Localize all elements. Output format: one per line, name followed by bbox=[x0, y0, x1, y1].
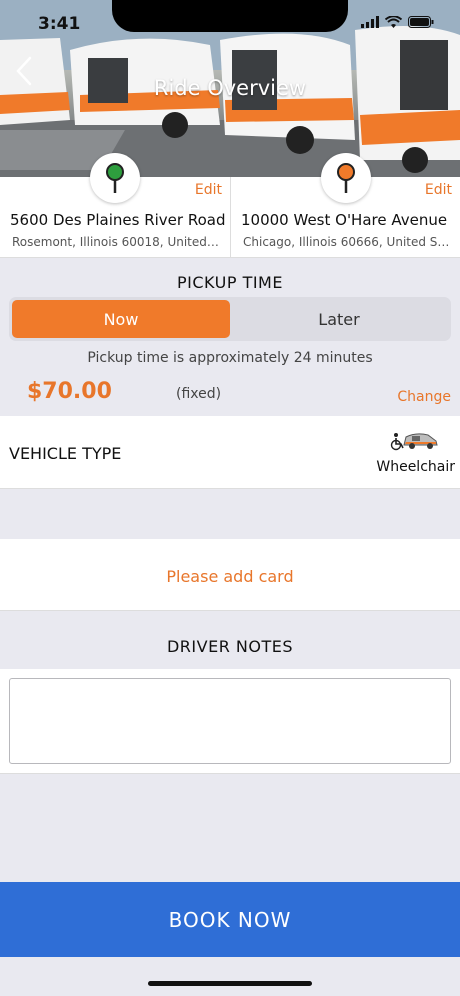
page-title: Ride Overview bbox=[153, 76, 307, 100]
device-notch bbox=[112, 0, 348, 32]
wifi-icon bbox=[385, 16, 402, 28]
driver-notes-title: DRIVER NOTES bbox=[166, 637, 293, 656]
dropoff-location[interactable]: Edit 10000 West O'Hare Avenue Chicago, I… bbox=[230, 153, 460, 258]
status-bar: 3:41 bbox=[0, 0, 460, 46]
book-now-label: BOOK NOW bbox=[168, 907, 292, 932]
dropoff-address: Chicago, Illinois 60666, United States bbox=[243, 235, 453, 249]
segment-later[interactable]: Later bbox=[230, 300, 448, 338]
wheelchair-van-icon bbox=[390, 433, 438, 451]
fare-price: $70.00 bbox=[27, 379, 112, 404]
header-banner: 3:41 Ride Overview bbox=[0, 0, 460, 177]
map-pin-orange-icon bbox=[337, 163, 355, 193]
pickup-approx-text: Pickup time is approximately 24 minutes bbox=[87, 350, 373, 366]
dropoff-name: 10000 West O'Hare Avenue bbox=[241, 211, 448, 229]
signal-icon bbox=[361, 16, 379, 28]
pickup-pin bbox=[90, 153, 140, 203]
segment-now[interactable]: Now bbox=[12, 300, 230, 338]
pickup-address: Rosemont, Illinois 60018, United States bbox=[12, 235, 222, 249]
fare-type-note: (fixed) bbox=[176, 386, 222, 402]
payment-row[interactable]: Please add card bbox=[0, 539, 460, 611]
map-pin-green-icon bbox=[106, 163, 124, 193]
edit-dropoff-link[interactable]: Edit bbox=[425, 182, 452, 198]
pickup-time-title: PICKUP TIME bbox=[177, 273, 283, 292]
vehicle-type-value: Wheelchair bbox=[376, 459, 455, 475]
pickup-name: 5600 Des Plaines River Road bbox=[10, 211, 226, 229]
vehicle-type-label: VEHICLE TYPE bbox=[9, 444, 122, 463]
home-indicator bbox=[148, 981, 312, 986]
edit-pickup-link[interactable]: Edit bbox=[195, 182, 222, 198]
vehicle-type-row[interactable]: VEHICLE TYPE Wheelchair bbox=[0, 416, 460, 489]
change-fare-link[interactable]: Change bbox=[397, 389, 451, 405]
route-locations: Edit 5600 Des Plaines River Road Rosemon… bbox=[0, 153, 460, 258]
pickup-time-segmented-control: Now Later bbox=[9, 297, 451, 341]
pickup-location[interactable]: Edit 5600 Des Plaines River Road Rosemon… bbox=[0, 153, 230, 258]
book-now-button[interactable]: BOOK NOW bbox=[0, 882, 460, 957]
driver-notes-input[interactable] bbox=[9, 678, 451, 764]
status-icons bbox=[361, 16, 434, 28]
add-card-link[interactable]: Please add card bbox=[0, 567, 460, 586]
dropoff-pin bbox=[321, 153, 371, 203]
battery-icon bbox=[408, 16, 434, 28]
status-time: 3:41 bbox=[38, 14, 81, 34]
driver-notes-section bbox=[0, 669, 460, 774]
